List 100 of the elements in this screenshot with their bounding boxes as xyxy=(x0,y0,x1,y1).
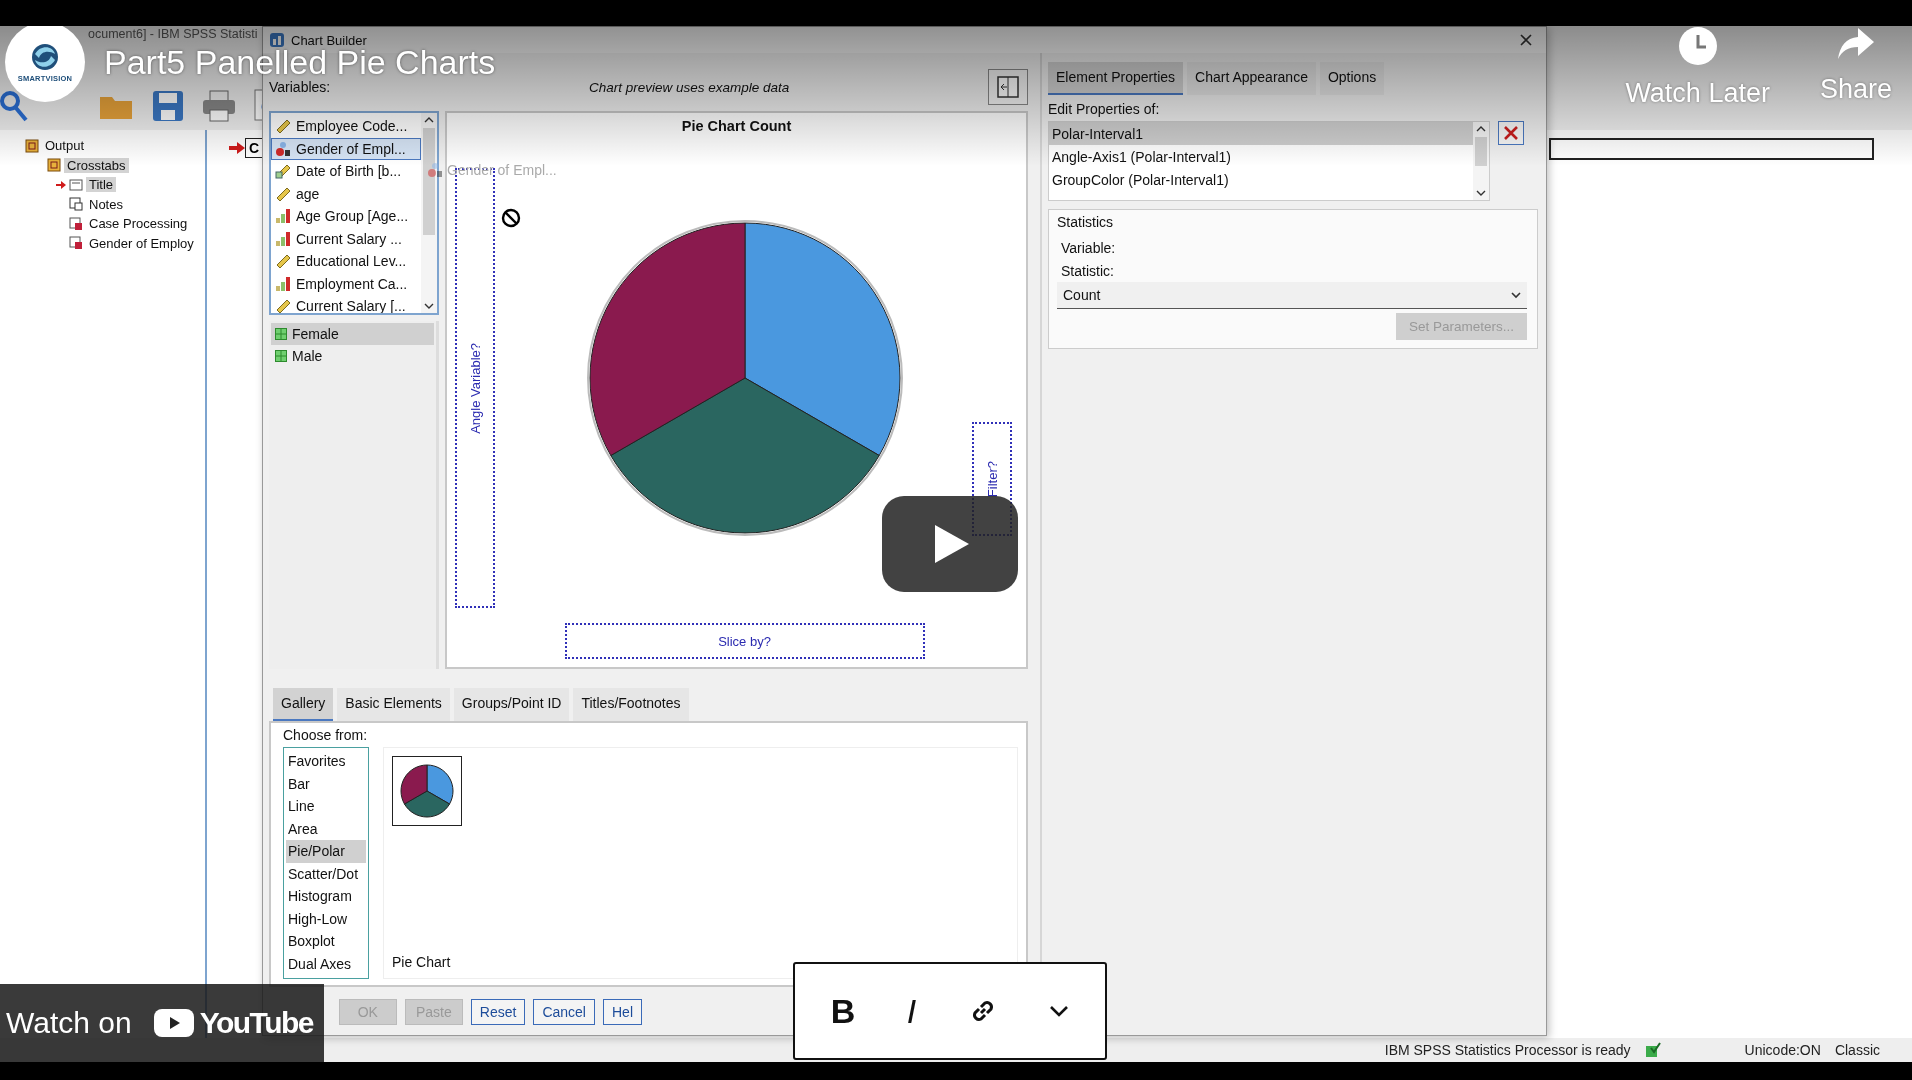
tab[interactable]: Titles/Footnotes xyxy=(573,688,689,721)
ruler-icon xyxy=(275,298,291,313)
status-text: Unicode:ON xyxy=(1744,1042,1821,1058)
bold-button[interactable]: B xyxy=(822,987,864,1035)
choose-label: Choose from: xyxy=(283,727,369,745)
chart-thumbnail[interactable] xyxy=(392,756,462,826)
statistic-dropdown[interactable]: Count xyxy=(1057,282,1527,309)
ruler-icon xyxy=(275,185,291,202)
bar-icon xyxy=(275,275,291,292)
variable-item[interactable]: Employee Code... xyxy=(271,115,421,138)
status-icon xyxy=(1644,1042,1661,1058)
chart-type-item[interactable]: Bar xyxy=(286,772,366,795)
chevron-down-icon[interactable] xyxy=(1476,189,1486,197)
variable-item[interactable]: Employment Ca... xyxy=(271,272,421,295)
tree-item[interactable]: Gender of Employ xyxy=(86,235,197,251)
ruler-icon xyxy=(275,118,291,135)
tab[interactable]: Element Properties xyxy=(1048,62,1184,95)
scrollbar[interactable] xyxy=(421,113,437,313)
table-icon xyxy=(69,236,83,251)
chevron-icon xyxy=(1511,291,1521,299)
book-icon xyxy=(47,158,61,173)
category-item[interactable]: Male xyxy=(271,345,434,367)
print-icon[interactable] xyxy=(202,90,236,122)
dialog-button[interactable]: Hel xyxy=(603,999,642,1025)
chevron-up-icon[interactable] xyxy=(424,116,434,124)
chart-type-label: Pie Chart xyxy=(392,954,452,970)
dialog-title: Chart Builder xyxy=(291,32,367,48)
tree-item[interactable]: Case Processing xyxy=(86,216,191,232)
chart-type-item[interactable]: Histogram xyxy=(286,885,366,908)
group-title: Statistics xyxy=(1057,214,1114,230)
status-text: Classic xyxy=(1834,1042,1880,1058)
nominal-icon xyxy=(275,140,291,157)
variable-item[interactable]: Date of Birth [b... xyxy=(271,160,421,183)
element-item[interactable]: Polar-Interval1 xyxy=(1049,122,1473,145)
chart-title: Pie Chart Count xyxy=(680,117,793,136)
bar-icon xyxy=(275,208,291,225)
tab[interactable]: Chart Appearance xyxy=(1187,62,1316,95)
chart-icon xyxy=(269,32,285,48)
edit-properties-label: Edit Properties of: xyxy=(1048,101,1161,117)
variable-item[interactable]: age xyxy=(271,182,421,205)
chart-type-item[interactable]: Dual Axes xyxy=(286,952,366,975)
chart-type-item[interactable]: High-Low xyxy=(286,907,366,930)
italic-button[interactable]: I xyxy=(898,987,925,1035)
chevron-up-icon[interactable] xyxy=(1476,125,1486,133)
tree-item[interactable]: Output xyxy=(42,138,88,154)
window-title: ocument6] - IBM SPSS Statisti xyxy=(88,27,258,43)
layout-button[interactable] xyxy=(988,69,1028,105)
chart-type-item[interactable]: Area xyxy=(286,817,366,840)
save-icon[interactable] xyxy=(152,90,184,122)
variable-item[interactable]: Gender of Empl... xyxy=(271,137,421,160)
close-icon xyxy=(1520,34,1532,46)
chart-type-item[interactable]: Favorites xyxy=(286,750,366,773)
close-icon xyxy=(1504,126,1518,140)
delete-button[interactable] xyxy=(1498,121,1524,145)
arrow-icon xyxy=(229,142,245,154)
page-icon xyxy=(69,177,83,192)
variable-item[interactable]: Current Salary ... xyxy=(271,227,421,250)
dialog-button[interactable]: Reset xyxy=(470,999,526,1025)
chart-type-item[interactable]: Pie/Polar xyxy=(286,840,366,863)
ruler-calendar-icon xyxy=(275,163,291,180)
chart-type-item[interactable]: Scatter/Dot xyxy=(286,862,366,885)
notes-icon xyxy=(69,197,83,212)
tab[interactable]: Basic Elements xyxy=(337,688,450,721)
dialog-button[interactable]: Cancel xyxy=(533,999,595,1025)
bar-icon xyxy=(275,230,291,247)
grid-icon xyxy=(275,328,287,340)
variable-item[interactable]: Age Group [Age... xyxy=(271,205,421,228)
chart-type-item[interactable]: Line xyxy=(286,795,366,818)
field-label: Statistic: xyxy=(1060,261,1115,281)
search-icon[interactable] xyxy=(0,90,28,122)
tree-item[interactable]: Crosstabs xyxy=(64,157,129,173)
variables-label: Variables: xyxy=(269,79,331,95)
table-icon xyxy=(69,216,83,231)
tree-item[interactable]: Notes xyxy=(86,196,126,212)
chevron-icon xyxy=(1049,1005,1070,1017)
text-field[interactable] xyxy=(1549,138,1874,160)
field-label: Variable: xyxy=(1060,238,1117,258)
chart-type-item[interactable]: Boxplot xyxy=(286,930,366,953)
scrollbar[interactable] xyxy=(1473,122,1489,200)
play-button[interactable] xyxy=(882,496,1018,592)
status-text: IBM SPSS Statistics Processor is ready xyxy=(1384,1042,1631,1058)
element-item[interactable]: GroupColor (Polar-Interval1) xyxy=(1049,168,1473,191)
panel-icon xyxy=(997,76,1019,98)
grid-icon xyxy=(275,350,287,362)
no-entry-icon xyxy=(501,208,521,228)
chevron-down-icon[interactable] xyxy=(424,302,434,310)
element-item[interactable]: Angle-Axis1 (Polar-Interval1) xyxy=(1049,145,1473,168)
watch-on-youtube-button[interactable]: Watch on YouTube xyxy=(0,984,324,1062)
tab[interactable]: Options xyxy=(1319,62,1385,95)
ruler-icon xyxy=(275,253,291,270)
tab[interactable]: Gallery xyxy=(273,688,334,721)
preview-note: Chart preview uses example data xyxy=(587,79,791,95)
tab[interactable]: Groups/Point ID xyxy=(453,688,570,721)
book-icon xyxy=(25,138,39,153)
play-logo-icon xyxy=(153,1009,194,1037)
tree-item[interactable]: Title xyxy=(86,177,117,193)
category-item[interactable]: Female xyxy=(271,323,434,345)
drop-zone[interactable]: Slice by? xyxy=(564,623,925,659)
variable-item[interactable]: Educational Lev... xyxy=(271,250,421,273)
clock-icon xyxy=(1677,26,1718,66)
